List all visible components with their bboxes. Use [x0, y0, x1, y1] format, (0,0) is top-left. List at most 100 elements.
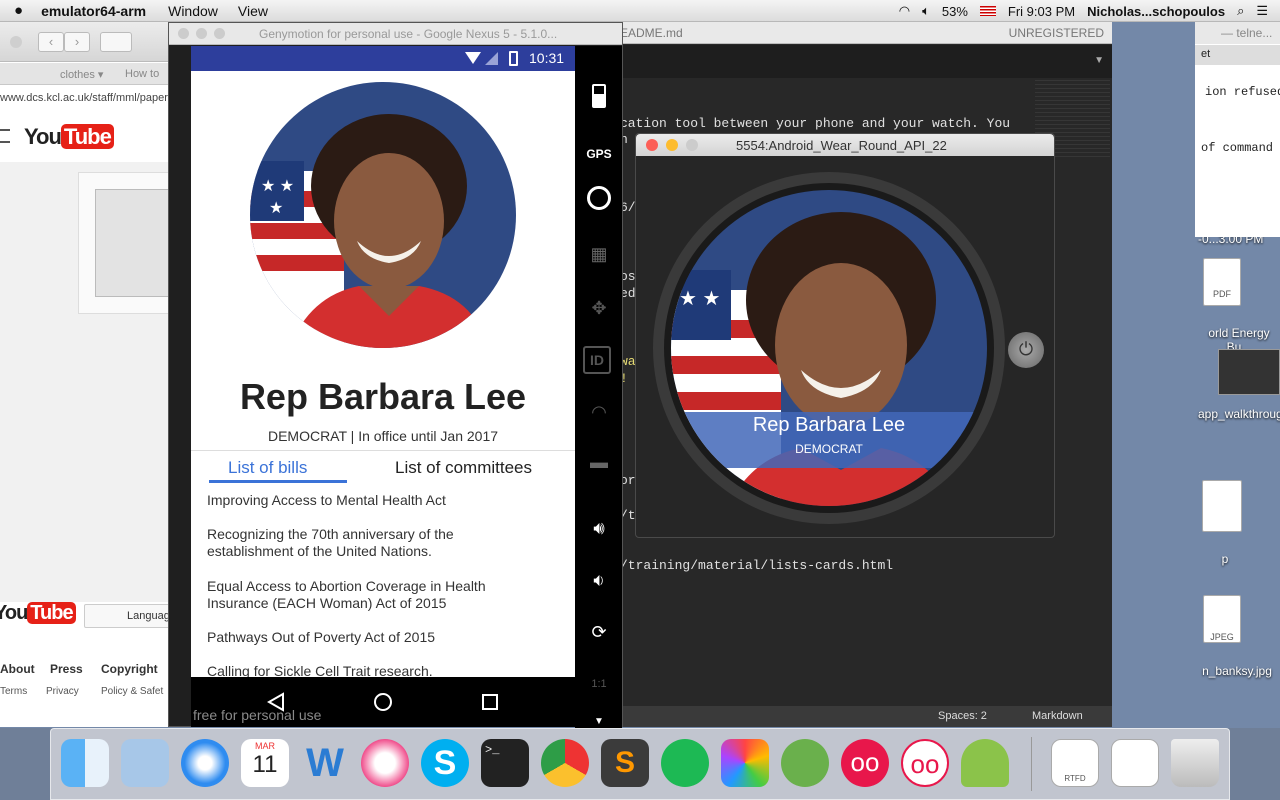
calendar-icon[interactable]: MAR 11: [241, 739, 289, 787]
bookmark-how-to[interactable]: How to: [125, 68, 159, 80]
editor-tab-title[interactable]: EADME.md: [620, 26, 683, 40]
home-icon[interactable]: [374, 693, 392, 711]
bill-item[interactable]: Improving Access to Mental Health Act: [207, 492, 537, 509]
wear-window-title: 5554:Android_Wear_Round_API_22: [736, 138, 947, 153]
sms-icon[interactable]: ▬: [583, 446, 615, 478]
spaces-indicator[interactable]: Spaces: 2: [938, 710, 987, 722]
close-button[interactable]: [10, 36, 22, 48]
minimize-button[interactable]: [666, 139, 678, 151]
flag-icon[interactable]: [979, 6, 996, 16]
android-studio-icon[interactable]: [781, 739, 829, 787]
apple-menu-icon[interactable]: ●: [14, 2, 23, 19]
clock[interactable]: Fri 9:03 PM: [1008, 4, 1075, 19]
watch-face[interactable]: ★ ★: [651, 170, 1007, 526]
unregistered-label: UNREGISTERED: [1008, 26, 1104, 40]
chrome-icon[interactable]: [541, 739, 589, 787]
desktop-file-walkthrough[interactable]: app_walkthrough: [1198, 407, 1280, 421]
spotify-icon[interactable]: [661, 739, 709, 787]
footer-link-terms[interactable]: Terms: [0, 686, 27, 697]
camera-icon[interactable]: [583, 186, 615, 218]
gps-icon[interactable]: GPS: [583, 138, 615, 170]
photos-icon[interactable]: [721, 739, 769, 787]
wifi-icon[interactable]: ◠: [899, 3, 910, 19]
volume-icon[interactable]: 🔈︎: [922, 3, 930, 19]
safari-icon[interactable]: [181, 739, 229, 787]
terminal-tab[interactable]: et: [1195, 45, 1280, 65]
move-icon[interactable]: ✥: [583, 292, 615, 324]
zoom-button[interactable]: [686, 139, 698, 151]
youtube-footer-logo[interactable]: YouTube: [0, 602, 76, 625]
rtfd-file-icon[interactable]: RTFD: [1051, 739, 1099, 787]
menu-icon[interactable]: [0, 129, 10, 143]
desktop-file-p[interactable]: p: [1215, 552, 1235, 566]
menu-view[interactable]: View: [238, 3, 268, 19]
terminal-icon[interactable]: >_: [481, 739, 529, 787]
profile-name: Rep Barbara Lee: [239, 376, 527, 417]
syntax-indicator[interactable]: Markdown: [1032, 710, 1083, 722]
footer-link-press[interactable]: Press: [50, 662, 83, 676]
rotate-icon[interactable]: ⟳: [583, 616, 615, 648]
back-button[interactable]: ‹: [38, 32, 64, 52]
user-menu[interactable]: Nicholas...schopoulos: [1087, 4, 1225, 19]
tab-list-of-committees[interactable]: List of committees: [395, 458, 532, 478]
editor-tabbar: ▼: [600, 45, 1112, 78]
app-menu[interactable]: emulator64-arm: [41, 3, 146, 19]
spotlight-icon[interactable]: ⌕: [1237, 3, 1244, 19]
close-button[interactable]: [178, 28, 189, 39]
finder-icon[interactable]: [61, 739, 109, 787]
url-bar[interactable]: www.dcs.kcl.ac.uk/staff/mml/paper: [0, 92, 175, 110]
word-icon[interactable]: W: [301, 739, 349, 787]
language-button[interactable]: Languag: [84, 604, 175, 628]
volume-down-icon[interactable]: 🔉︎: [583, 564, 615, 596]
desktop-file-banksy[interactable]: n_banksy.jpg: [1198, 664, 1276, 678]
pdf-file-icon[interactable]: PDF: [1203, 258, 1241, 306]
bookmark-clothes[interactable]: clothes ▾: [60, 68, 103, 81]
sublime-icon[interactable]: S: [601, 739, 649, 787]
android-screen[interactable]: 10:31 ★ ★ ★ Rep Barbara Lee DEMOCRAT | I…: [191, 46, 575, 700]
dropdown-icon[interactable]: ▼: [1094, 55, 1104, 66]
skype-icon[interactable]: S: [421, 739, 469, 787]
notification-center-icon[interactable]: ☰: [1256, 3, 1268, 19]
scale-label[interactable]: 1:1: [583, 668, 615, 700]
battery-percent[interactable]: 53%: [942, 4, 968, 19]
wear-emulator-window[interactable]: 5554:Android_Wear_Round_API_22 ★ ★ Rep B…: [635, 133, 1055, 538]
itunes-icon[interactable]: [361, 739, 409, 787]
device-id-icon[interactable]: ID: [583, 346, 611, 374]
document-stack-icon[interactable]: [1111, 739, 1159, 787]
forward-button[interactable]: ›: [64, 32, 90, 52]
footer-link-copyright[interactable]: Copyright: [101, 662, 158, 676]
footer-link-privacy[interactable]: Privacy: [46, 686, 79, 697]
flickr-icon-1[interactable]: oo: [841, 739, 889, 787]
terminal-window[interactable]: — telne... et ion refused of command: [1195, 22, 1280, 237]
battery-widget-icon[interactable]: [583, 84, 615, 116]
document-file-icon[interactable]: [1202, 480, 1242, 532]
menu-window[interactable]: Window: [168, 3, 218, 19]
preview-icon[interactable]: [121, 739, 169, 787]
minimize-button[interactable]: [196, 28, 207, 39]
video-thumbnail[interactable]: [95, 189, 175, 297]
footer-link-about[interactable]: About: [0, 662, 35, 676]
genymotion-window[interactable]: Genymotion for personal use - Google Nex…: [168, 22, 623, 728]
youtube-logo[interactable]: You Tube: [24, 124, 114, 150]
trash-icon[interactable]: [1171, 739, 1219, 787]
jpeg-file-icon[interactable]: JPEG: [1203, 595, 1241, 643]
rss-icon[interactable]: ◠: [583, 396, 615, 428]
calendar-month: MAR: [255, 741, 275, 751]
zoom-button[interactable]: [214, 28, 225, 39]
volume-up-icon[interactable]: 🔊︎: [583, 512, 615, 544]
bill-item[interactable]: Equal Access to Abortion Coverage in Hea…: [207, 578, 527, 612]
power-button[interactable]: ⏻: [1008, 332, 1044, 368]
terminal-titlebar: — telne...: [1195, 22, 1280, 44]
bill-item[interactable]: Recognizing the 70th anniversary of the …: [207, 526, 507, 560]
genymotion-icon[interactable]: [961, 739, 1009, 787]
bill-item[interactable]: Pathways Out of Poverty Act of 2015: [207, 629, 537, 646]
video-capture-icon[interactable]: ▦: [583, 238, 615, 270]
flickr-icon-2[interactable]: oo: [901, 739, 949, 787]
safari-window[interactable]: ‹ › clothes ▾ How to www.dcs.kcl.ac.uk/s…: [0, 22, 175, 727]
sidebar-toggle-icon[interactable]: [100, 32, 132, 52]
footer-link-policy[interactable]: Policy & Safet: [101, 686, 163, 697]
recents-icon[interactable]: [482, 694, 498, 710]
tab-list-of-bills[interactable]: List of bills: [228, 458, 307, 478]
close-button[interactable]: [646, 139, 658, 151]
app-walkthrough-thumbnail[interactable]: [1218, 349, 1280, 395]
